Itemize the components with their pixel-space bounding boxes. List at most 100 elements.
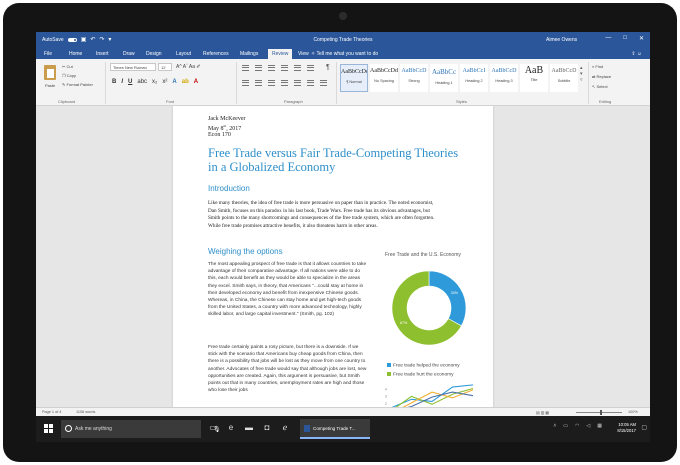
style-heading-3[interactable]: AaBbCcD Heading 3 <box>490 64 518 92</box>
edge-browser-icon[interactable]: ℯ <box>280 423 290 433</box>
tab-file[interactable]: File <box>44 51 52 57</box>
decrease-indent-icon[interactable] <box>281 65 288 71</box>
clock[interactable]: 10:05 AM 8/15/2017 <box>617 422 636 434</box>
document-page[interactable]: Jack McKeever May 8th, 2017 Econ 170 Fre… <box>173 106 493 422</box>
font-name-dropdown[interactable]: Times New Roman <box>110 63 156 71</box>
status-bar: Page 1 of 4 1108 words ▤ ▥ ▦ 100% <box>36 407 650 416</box>
align-right-icon[interactable] <box>268 80 275 86</box>
format-painter-button[interactable]: ✎ Format Painter <box>62 82 93 87</box>
tell-me-box[interactable]: ✧ Tell me what you want to do <box>311 51 378 57</box>
volume-icon[interactable]: ◁ <box>586 423 590 429</box>
bold-icon[interactable]: B <box>112 79 116 85</box>
style-sample: AaBbCcDd <box>341 69 367 75</box>
battery-icon[interactable]: ▭ <box>563 423 568 429</box>
style-no-spacing[interactable]: AaBbCcDd No Spacing <box>370 64 398 92</box>
user-name[interactable]: Aimee Owens <box>546 37 577 43</box>
tab-insert[interactable]: Insert <box>96 51 109 57</box>
multilevel-list-icon[interactable] <box>268 65 275 71</box>
numbering-icon[interactable] <box>255 65 262 71</box>
tab-draw[interactable]: Draw <box>123 51 135 57</box>
zoom-level[interactable]: 100% <box>628 410 638 414</box>
grow-font-icon[interactable]: A^ Aˇ Aa ✐ <box>176 64 201 70</box>
style-name: Heading 2 <box>465 79 483 83</box>
text-effects-icon[interactable]: A <box>172 79 176 85</box>
underline-icon[interactable]: U <box>128 79 132 85</box>
paste-button[interactable]: Paste <box>45 83 55 88</box>
pie-slice <box>428 270 467 327</box>
highlight-icon[interactable]: ab <box>182 79 189 85</box>
styles-scroll-icon[interactable]: ▴ ▾ ▿ <box>580 65 583 83</box>
taskbar-word-window[interactable]: Competing Trade T... <box>300 419 370 439</box>
sort-icon[interactable] <box>307 65 314 71</box>
wifi-icon[interactable]: ◠ <box>575 423 579 429</box>
tab-design[interactable]: Design <box>146 51 162 57</box>
tablet-device: AutoSave ▣ ↶ ↷ ▾ Competing Trade Theorie… <box>3 3 677 462</box>
view-mode-icons[interactable]: ▤ ▥ ▦ <box>536 410 549 415</box>
tab-view[interactable]: View <box>298 51 309 57</box>
style-sample: AaBbCcI <box>462 68 486 74</box>
zoom-slider-thumb[interactable] <box>600 410 602 415</box>
tab-review[interactable]: Review <box>268 49 293 59</box>
replace-button[interactable]: ⇄ Replace <box>592 74 611 79</box>
minimize-icon[interactable]: — <box>605 35 611 42</box>
superscript-icon[interactable]: x² <box>162 79 167 85</box>
bullets-icon[interactable] <box>242 65 249 71</box>
style-title[interactable]: AaB Title <box>520 64 548 92</box>
page-count[interactable]: Page 1 of 4 <box>42 410 61 414</box>
find-label: Find <box>595 64 604 69</box>
show-formatting-icon[interactable]: ¶ <box>326 64 330 71</box>
notifications-icon[interactable]: ▢ <box>641 424 647 431</box>
cut-button[interactable]: ✂ Cut <box>62 64 73 69</box>
style-normal[interactable]: AaBbCcDd ¶ Normal <box>340 64 368 92</box>
task-view-icon[interactable]: ▭ <box>208 423 218 433</box>
chevron-up-icon[interactable]: ˄ <box>553 423 556 429</box>
style-heading-1[interactable]: AaBbCc Heading 1 <box>430 64 458 92</box>
italic-icon[interactable]: I <box>121 79 123 85</box>
tab-references[interactable]: References <box>203 51 229 57</box>
tab-layout[interactable]: Layout <box>176 51 191 57</box>
zoom-slider[interactable] <box>576 412 622 413</box>
justify-icon[interactable] <box>281 80 288 86</box>
find-button[interactable]: ⌕ Find <box>592 64 603 69</box>
replace-label: Replace <box>596 74 612 79</box>
borders-icon[interactable] <box>320 80 327 86</box>
paste-icon[interactable] <box>44 65 56 80</box>
select-button[interactable]: ↖ Select <box>592 84 608 89</box>
store-icon[interactable]: ◘ <box>262 423 272 433</box>
taskbar-window-title: Competing Trade T... <box>313 426 356 431</box>
font-group-label: Font <box>166 99 175 104</box>
word-icon <box>304 425 310 432</box>
legend-item-hurt: Free trade hurt the economy <box>387 372 454 377</box>
font-size-dropdown[interactable]: 12 <box>158 63 172 71</box>
subscript-icon[interactable]: x₂ <box>152 79 157 85</box>
align-left-icon[interactable] <box>242 80 249 86</box>
format-painter-label: Format Painter <box>66 82 93 87</box>
copy-button[interactable]: ❐ Copy <box>62 73 76 78</box>
style-subtitle[interactable]: AaBbCcD Subtitle <box>550 64 578 92</box>
document-area[interactable]: Jack McKeever May 8th, 2017 Econ 170 Fre… <box>36 106 650 422</box>
taskbar-search[interactable]: Ask me anything 🎙 <box>61 420 221 438</box>
strikethrough-icon[interactable]: abc <box>137 79 147 85</box>
tab-home[interactable]: Home <box>69 51 82 57</box>
camera <box>339 12 347 20</box>
close-icon[interactable]: ✕ <box>639 35 644 42</box>
keyboard-icon[interactable]: ▦ <box>597 423 602 429</box>
edge-icon[interactable]: e <box>226 423 236 433</box>
font-color-icon[interactable]: A <box>194 79 198 85</box>
style-sample: AaBbCcD <box>491 68 517 74</box>
word-window: AutoSave ▣ ↶ ↷ ▾ Competing Trade Theorie… <box>36 32 650 442</box>
word-count[interactable]: 1108 words <box>76 410 95 414</box>
increase-indent-icon[interactable] <box>294 65 301 71</box>
share-icon[interactable]: ⇪ ☺ <box>631 51 642 57</box>
maximize-icon[interactable]: □ <box>623 35 627 42</box>
shading-icon[interactable] <box>307 80 314 86</box>
tab-mailings[interactable]: Mailings <box>240 51 258 57</box>
legend-item-helped: Free trade helped the economy <box>387 363 460 368</box>
windows-start-icon[interactable] <box>44 424 53 433</box>
file-explorer-icon[interactable]: ▬ <box>244 423 254 433</box>
style-strong[interactable]: AaBbCcD Strong <box>400 64 428 92</box>
legend-label: Free trade helped the economy <box>393 363 460 369</box>
line-spacing-icon[interactable] <box>294 80 301 86</box>
style-heading-2[interactable]: AaBbCcI Heading 2 <box>460 64 488 92</box>
align-center-icon[interactable] <box>255 80 262 86</box>
